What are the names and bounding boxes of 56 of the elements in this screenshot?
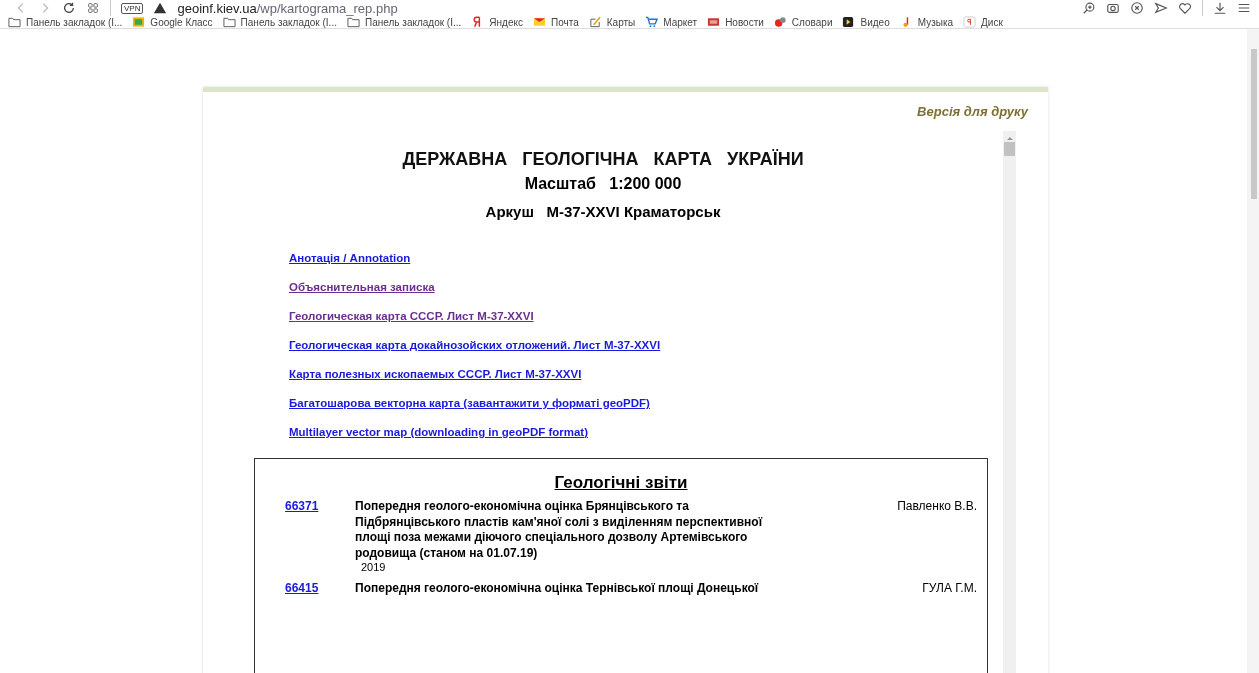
dictionary-icon (773, 16, 787, 28)
bookmark[interactable]: Диск (963, 16, 1003, 28)
folder-icon (8, 16, 21, 28)
report-title: Попередня геолого-економічна оцінка Тернівської площі Донецької (355, 581, 760, 597)
pen-icon (588, 16, 602, 28)
document-link[interactable]: Анотація / Annotation (289, 252, 411, 264)
print-version-link[interactable]: Версія для друку (917, 104, 1028, 119)
menu-icon[interactable] (1237, 1, 1251, 15)
bookmark[interactable]: Панель закладок (I... (8, 16, 123, 28)
bookmark[interactable]: Google Класс (132, 16, 213, 28)
document-link[interactable]: Объяснительная записка (289, 281, 435, 293)
report-number-link[interactable]: 66371 (285, 499, 355, 574)
report-author: Павленко В.В. (896, 499, 977, 513)
map-sheet: Аркуш М-37-XXVI Краматорськ (484, 203, 722, 220)
report-author: ГУЛА Г.М. (921, 581, 977, 596)
bookmark[interactable]: Карты (588, 16, 636, 28)
bookmark[interactable]: Панель закладок (I... (222, 16, 337, 28)
zoom-icon[interactable] (1082, 1, 1096, 15)
page-scrollbar[interactable] (1247, 29, 1259, 673)
bookmark[interactable]: Музыка (899, 16, 954, 28)
warning-icon[interactable] (153, 1, 168, 15)
vpn-badge[interactable]: VPN (121, 2, 144, 14)
bookmark[interactable]: Почта (532, 16, 579, 28)
document-link[interactable]: Карта полезных ископаемых СССР. Лист М-37-XXVI (289, 368, 582, 380)
play-icon (842, 16, 856, 28)
report-title: Попередня геолого-економічна оцінка Брянцівського та Підбрянцівського пластів кам'яної солі з виділенням перспективної площі поза межами діючого спеціального дозволу Артемівського родовища (станом на 01.07.19) (355, 499, 764, 562)
folder-icon (222, 16, 236, 28)
send-icon[interactable] (1154, 1, 1168, 15)
document-link[interactable]: Багатошарова векторна карта (завантажити у форматі geoPDF) (289, 397, 650, 409)
scrollbar[interactable] (1003, 131, 1016, 673)
grid-icon[interactable] (86, 1, 100, 15)
document-link[interactable]: Multilayer vector map (downloading in geoPDF format) (289, 426, 589, 438)
close-icon[interactable] (1130, 1, 1144, 15)
bookmark[interactable]: Маркет (645, 16, 698, 28)
report-number-link[interactable]: 66415 (285, 581, 355, 597)
folder-icon (346, 16, 360, 28)
heart-icon[interactable] (1178, 1, 1192, 15)
reports-title: Геологічні звіти (553, 473, 689, 493)
report-year: 2019 (360, 561, 387, 574)
newspaper-icon (707, 16, 721, 28)
classroom-icon (132, 16, 146, 28)
cart-icon (645, 16, 659, 28)
bookmark[interactable]: Новости (707, 16, 764, 28)
bookmark[interactable]: Видео (842, 16, 890, 28)
address-field[interactable]: geoinf.kiev.ua/wp/kartograma_rep.php (177, 0, 398, 16)
download-icon[interactable] (1213, 1, 1227, 15)
bookmark[interactable]: Яндекс (471, 16, 523, 28)
reload-icon[interactable] (62, 1, 76, 15)
envelope-icon (532, 16, 546, 28)
document-link[interactable]: Геологическая карта докайнозойских отложений. Лист М-37-XXVI (289, 339, 661, 351)
camera-icon[interactable] (1106, 1, 1120, 15)
map-title: ДЕРЖАВНА ГЕОЛОГІЧНА КАРТА УКРАЇНИ (401, 149, 805, 170)
document-link[interactable]: Геологическая карта СССР. Лист М-37-XXVI (289, 310, 534, 322)
map-scale: Масштаб 1:200 000 (523, 175, 683, 193)
bookmark[interactable]: Словари (773, 16, 833, 28)
bookmark[interactable]: Панель закладок (I... (346, 16, 462, 28)
